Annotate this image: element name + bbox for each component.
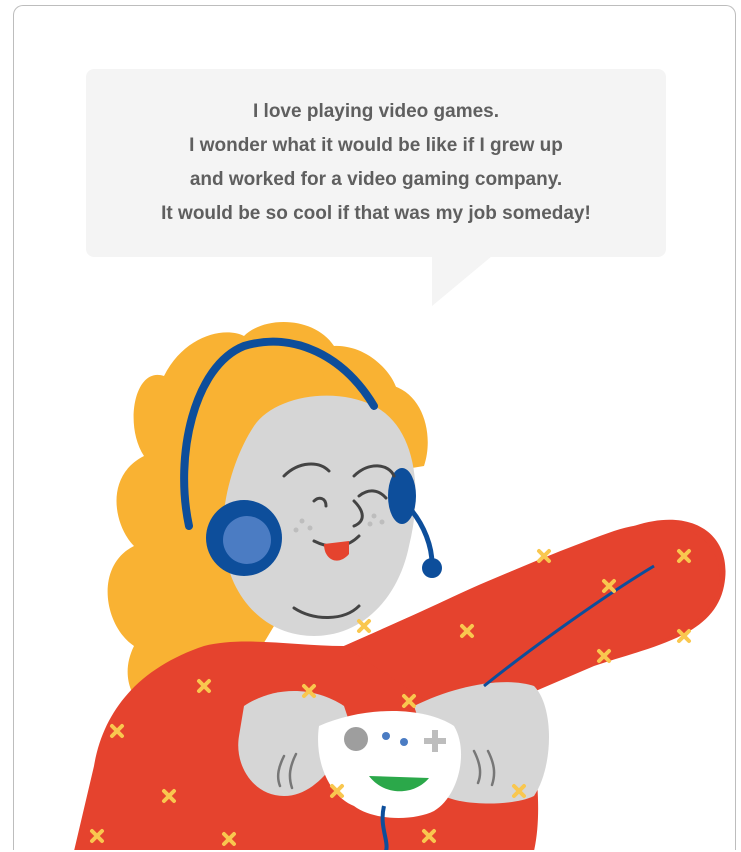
headset-right-cup <box>388 468 416 524</box>
headset-mic <box>410 509 435 565</box>
gamer-girl-illustration <box>74 322 726 850</box>
controller-joystick <box>344 727 368 751</box>
illustration-card: I love playing video games. I wonder wha… <box>13 5 736 850</box>
